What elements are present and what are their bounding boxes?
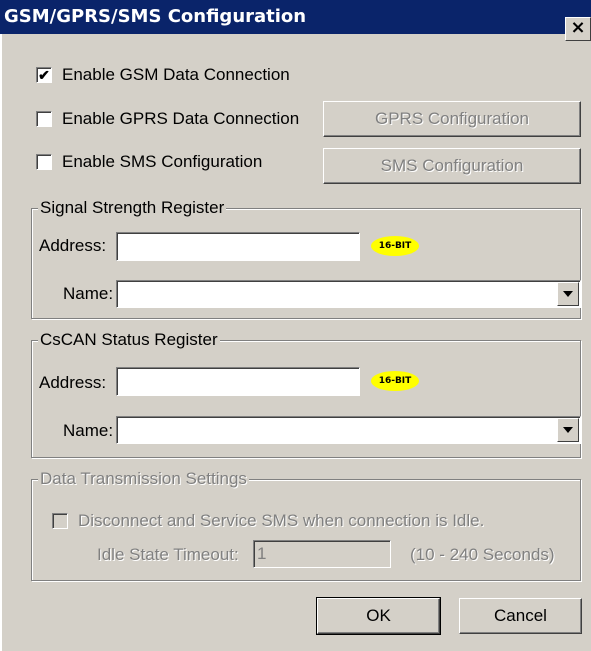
cscan-address-label: Address: (39, 373, 107, 392)
gprs-checkbox-label: Enable GPRS Data Connection (62, 109, 300, 128)
cscan-name-label: Name: (63, 421, 114, 440)
title-bar: GSM/GPRS/SMS Configuration × (0, 0, 591, 41)
sms-checkbox[interactable] (36, 154, 52, 170)
gprs-configuration-button[interactable]: GPRS Configuration (323, 101, 581, 137)
ok-button[interactable]: OK (316, 597, 441, 635)
cscan-status-group-title: CsCAN Status Register (38, 330, 220, 350)
data-transmission-group-title: Data Transmission Settings (38, 469, 249, 489)
idle-timeout-label: Idle State Timeout: (97, 545, 239, 564)
signal-strength-group-title: Signal Strength Register (38, 198, 227, 218)
signal-name-label: Name: (63, 284, 114, 303)
signal-address-input[interactable] (116, 232, 360, 261)
idle-timeout-input[interactable]: 1 (253, 540, 391, 568)
close-button[interactable]: × (565, 17, 591, 41)
signal-16bit-badge: 16-BIT (371, 236, 419, 256)
gprs-checkbox[interactable] (36, 111, 52, 127)
timeout-range-text: (10 - 240 Seconds) (410, 545, 555, 564)
chevron-down-icon (563, 291, 573, 297)
checkmark-icon: ✔ (38, 67, 50, 83)
signal-name-combobox[interactable] (116, 280, 581, 308)
cscan-address-input[interactable] (116, 367, 360, 396)
window-title: GSM/GPRS/SMS Configuration (4, 6, 307, 27)
cancel-button[interactable]: Cancel (459, 598, 582, 634)
chevron-down-icon (563, 427, 573, 433)
gsm-checkbox[interactable]: ✔ (36, 67, 52, 83)
close-icon: × (570, 17, 586, 38)
gprs-option[interactable]: Enable GPRS Data Connection (36, 109, 300, 128)
cscan-name-combobox[interactable] (116, 416, 581, 444)
disconnect-checkbox-label: Disconnect and Service SMS when connecti… (78, 511, 485, 530)
gsm-option[interactable]: ✔ Enable GSM Data Connection (36, 65, 290, 84)
cscan-name-dropdown-button[interactable] (557, 418, 579, 442)
sms-configuration-button[interactable]: SMS Configuration (323, 148, 581, 184)
sms-checkbox-label: Enable SMS Configuration (62, 152, 263, 171)
gsm-checkbox-label: Enable GSM Data Connection (62, 65, 290, 84)
cscan-16bit-badge: 16-BIT (371, 371, 419, 391)
signal-name-dropdown-button[interactable] (557, 282, 579, 306)
signal-address-label: Address: (39, 236, 107, 255)
sms-option[interactable]: Enable SMS Configuration (36, 152, 263, 171)
disconnect-checkbox[interactable] (52, 513, 68, 529)
disconnect-option[interactable]: Disconnect and Service SMS when connecti… (52, 511, 485, 530)
window-border (0, 34, 2, 651)
